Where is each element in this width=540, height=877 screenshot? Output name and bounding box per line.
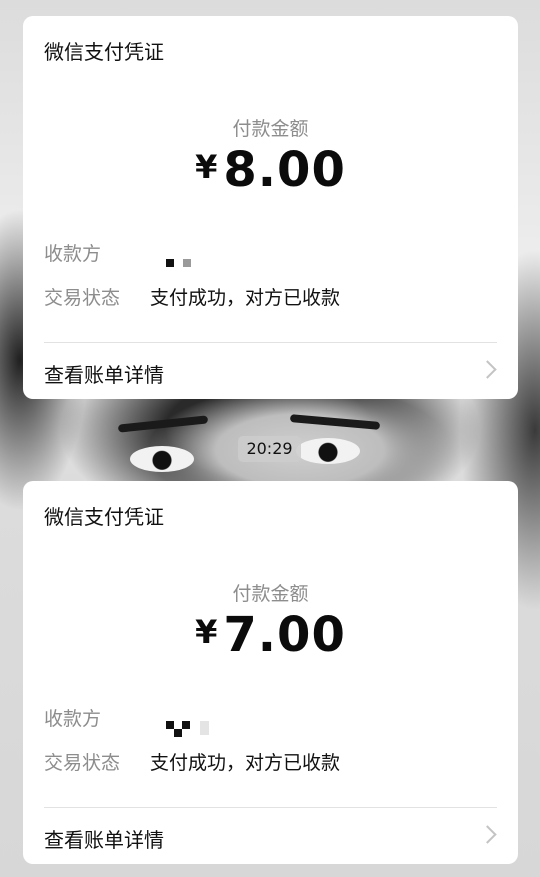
left-eyebrow [117,415,209,433]
receipt-title: 微信支付凭证 [44,505,164,529]
message-timestamp: 20:29 [238,436,301,462]
divider [44,342,497,343]
right-eyebrow [289,414,381,430]
status-label: 交易状态 [44,287,121,309]
view-bill-details-link[interactable]: 查看账单详情 [23,344,518,399]
amount-label: 付款金额 [232,583,309,605]
amount-value: 8.00 [223,142,346,198]
currency-symbol: ¥ [195,148,218,186]
divider [44,807,497,808]
payee-label: 收款方 [44,243,102,265]
status-label: 交易状态 [44,752,121,774]
payee-label: 收款方 [44,708,102,730]
payment-amount: ¥7.00 [23,607,518,663]
status-value: 支付成功，对方已收款 [150,752,341,774]
receipt-title: 微信支付凭证 [44,40,164,64]
payment-receipt-card: 微信支付凭证 付款金额 ¥8.00 收款方 交易状态 支付成功，对方已收款 查看… [23,16,518,399]
left-eye [130,446,194,472]
payment-receipt-card: 微信支付凭证 付款金额 ¥7.00 收款方 交易状态 支付成功，对方已收款 查看… [23,481,518,864]
chevron-right-icon [478,825,497,844]
view-bill-details-link[interactable]: 查看账单详情 [23,809,518,864]
view-bill-details-label: 查看账单详情 [44,828,164,852]
status-value: 支付成功，对方已收款 [150,287,341,309]
view-bill-details-label: 查看账单详情 [44,363,164,387]
amount-label: 付款金额 [232,118,309,140]
amount-value: 7.00 [223,607,346,663]
right-eye [296,438,360,464]
chevron-right-icon [478,360,497,379]
payment-amount: ¥8.00 [23,142,518,198]
currency-symbol: ¥ [195,613,218,651]
